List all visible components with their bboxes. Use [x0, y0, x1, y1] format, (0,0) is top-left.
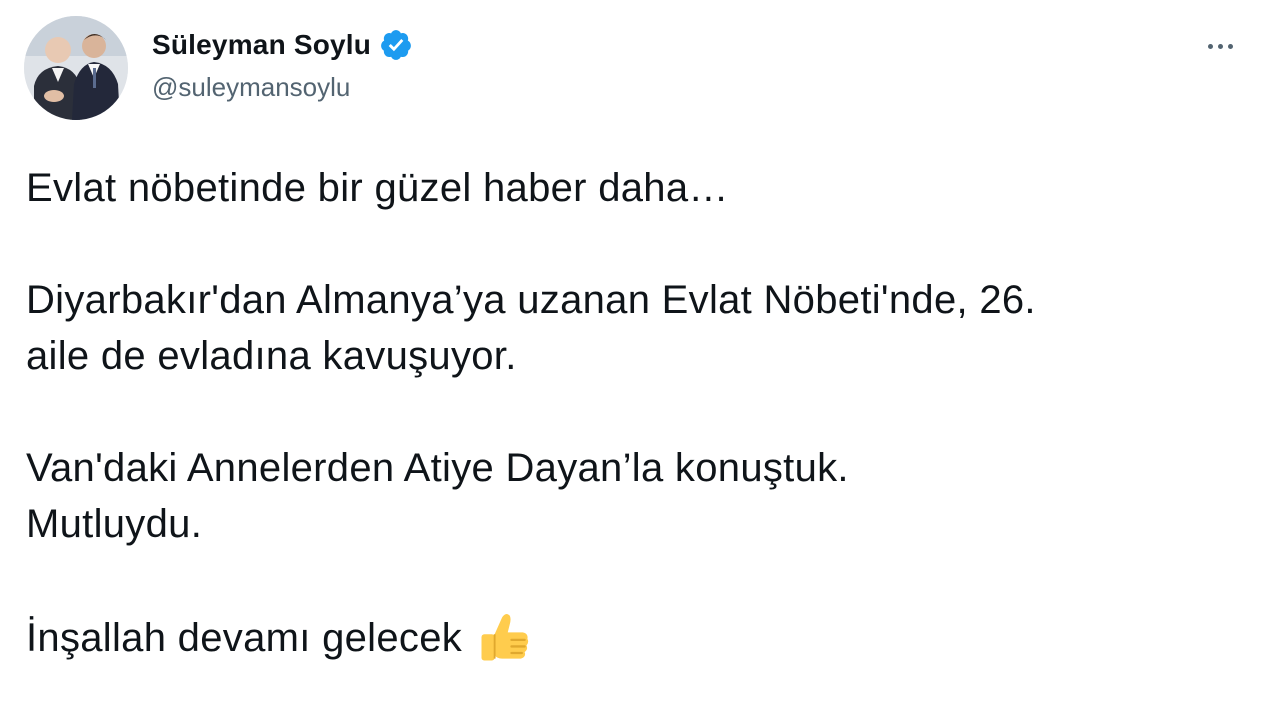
verified-badge-icon — [379, 28, 413, 62]
avatar[interactable] — [24, 16, 128, 120]
dot — [1207, 43, 1213, 49]
display-name[interactable]: Süleyman Soylu — [152, 29, 371, 61]
tweet-paragraph: Van'daki Annelerden Atiye Dayan’la konuş… — [26, 446, 849, 546]
tweet-card: Süleyman Soylu @suleymansoylu Evlat nöbe… — [0, 0, 1280, 720]
author-info: Süleyman Soylu @suleymansoylu — [152, 24, 413, 103]
avatar-photo — [24, 16, 128, 120]
handle[interactable]: @suleymansoylu — [152, 72, 413, 103]
more-horizontal-icon[interactable] — [1196, 28, 1244, 64]
tweet-text: Evlat nöbetinde bir güzel haber daha… Di… — [26, 160, 1256, 668]
tweet-paragraph: İnşallah devamı gelecek — [26, 616, 463, 660]
dot — [1217, 43, 1223, 49]
tweet-paragraph-last: İnşallah devamı gelecek — [26, 608, 1256, 668]
dot — [1227, 43, 1233, 49]
name-row: Süleyman Soylu — [152, 24, 413, 66]
tweet-paragraph: Evlat nöbetinde bir güzel haber daha… — [26, 166, 729, 210]
tweet-paragraph: Diyarbakır'dan Almanya’ya uzanan Evlat N… — [26, 278, 1036, 378]
thumbs-up-icon — [474, 608, 534, 668]
